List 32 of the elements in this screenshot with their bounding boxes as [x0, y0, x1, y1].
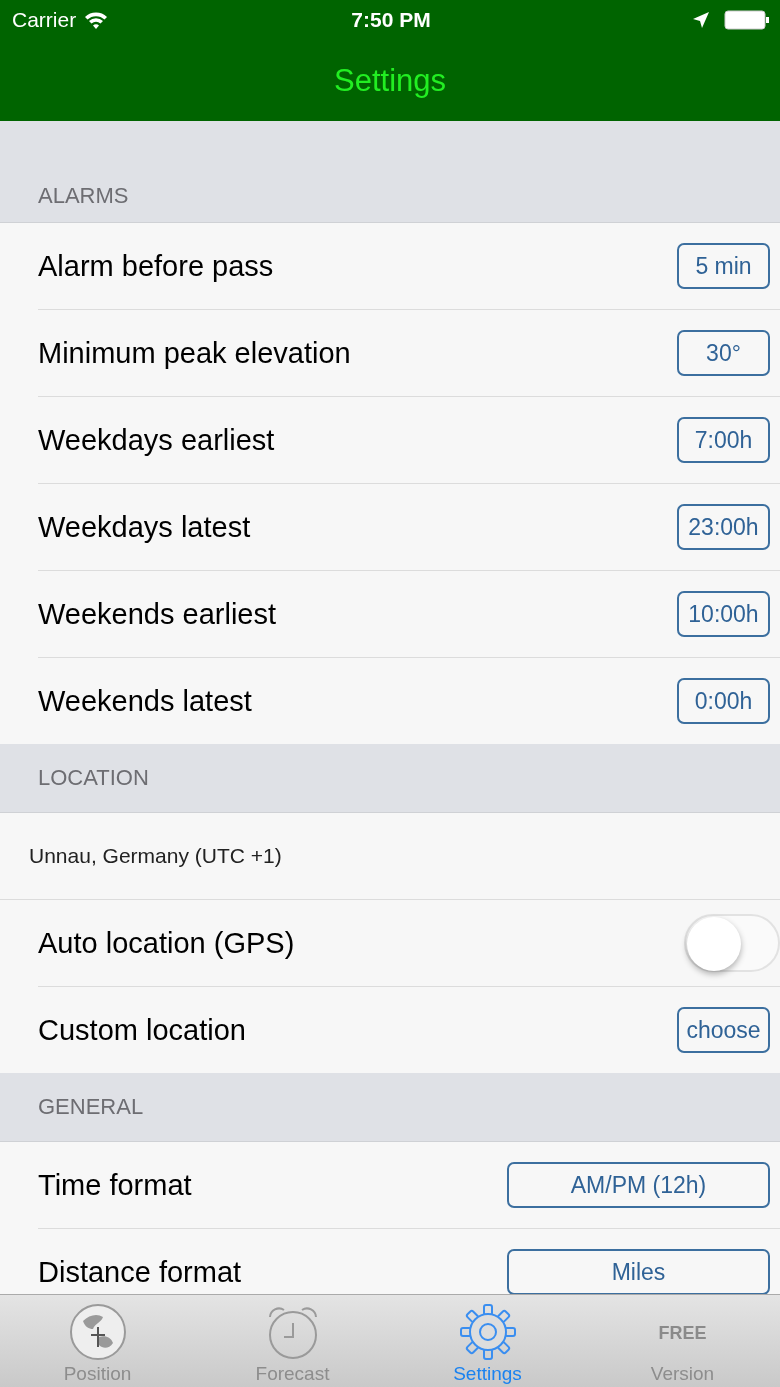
setting-label: Alarm before pass — [38, 249, 274, 283]
gear-icon — [458, 1303, 517, 1361]
toggle-switch[interactable] — [684, 914, 780, 972]
value-button[interactable]: 7:00h — [677, 417, 770, 463]
setting-label: Custom location — [38, 1013, 246, 1047]
clock-text: 7:50 PM — [351, 8, 431, 32]
value-button[interactable]: 5 min — [677, 243, 770, 289]
value-button[interactable]: 30° — [677, 330, 770, 376]
value-button[interactable]: AM/PM (12h) — [507, 1162, 770, 1208]
section-header: LOCATION — [38, 765, 149, 791]
carrier-text: Carrier — [12, 8, 77, 32]
value-button[interactable]: choose — [677, 1007, 770, 1053]
free-label: FREE — [658, 1321, 707, 1345]
value-button[interactable]: 23:00h — [677, 504, 770, 550]
value-button[interactable]: 10:00h — [677, 591, 770, 637]
setting-label: Distance format — [38, 1255, 242, 1289]
wifi-icon — [84, 11, 109, 29]
location-text: Unnau, Germany (UTC +1) — [29, 844, 282, 868]
setting-label: Weekends earliest — [38, 597, 277, 631]
globe-icon — [68, 1303, 127, 1361]
battery-icon — [724, 10, 770, 30]
section-header: GENERAL — [38, 1094, 144, 1120]
value-button[interactable]: 0:00h — [677, 678, 770, 724]
setting-label: Weekends latest — [38, 684, 252, 718]
setting-label: Auto location (GPS) — [38, 926, 295, 960]
setting-label: Time format — [38, 1168, 192, 1202]
setting-label: Weekdays earliest — [38, 423, 275, 457]
setting-label: Minimum peak elevation — [38, 336, 351, 370]
nav-title: Settings — [334, 62, 446, 99]
section-header: ALARMS — [38, 183, 129, 209]
setting-label: Weekdays latest — [38, 510, 251, 544]
location-arrow-icon — [692, 11, 710, 29]
